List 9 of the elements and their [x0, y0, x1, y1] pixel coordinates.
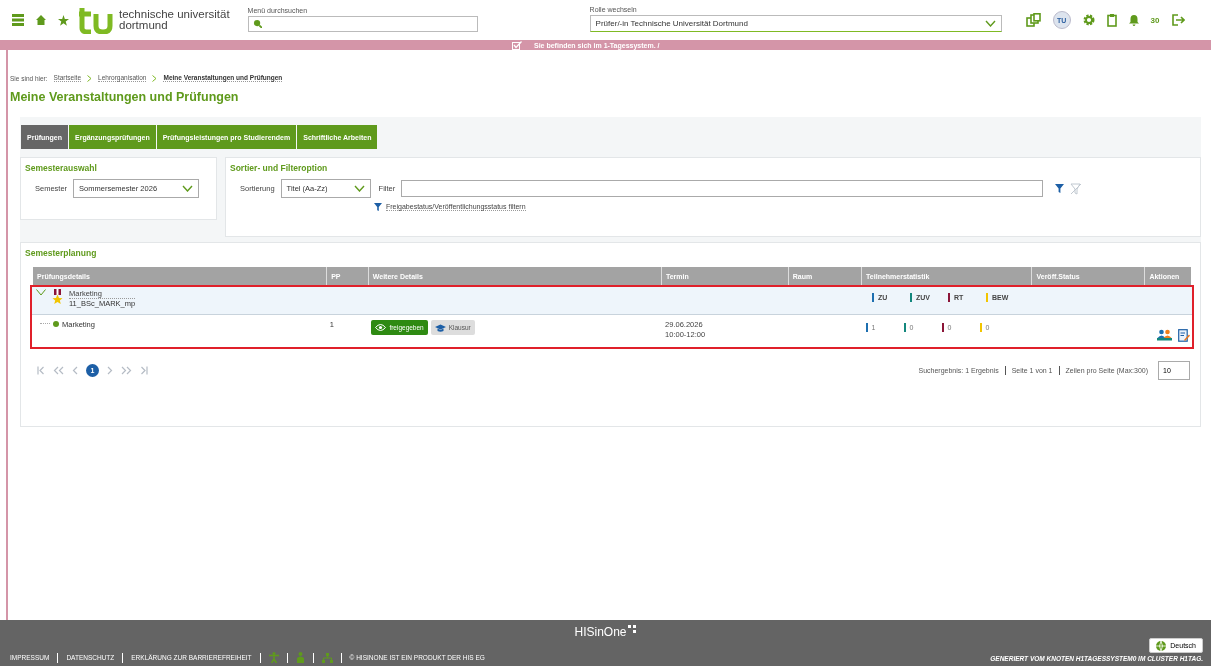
card-title: Semesterplanung — [24, 247, 98, 258]
brand-logo: HISinOne — [574, 625, 627, 639]
notification-count[interactable]: 30 — [1150, 15, 1160, 25]
card-title: Semesterauswahl — [24, 162, 98, 173]
role-dropdown[interactable]: Prüfer/-in Technische Universität Dortmund — [589, 15, 1002, 32]
page-title: Meine Veranstaltungen und Prüfungen — [10, 90, 240, 104]
logo-text: technische universität — [119, 9, 230, 20]
card-title: Sortier- und Filteroption — [229, 162, 329, 173]
logo-text: dortmund — [119, 20, 169, 31]
